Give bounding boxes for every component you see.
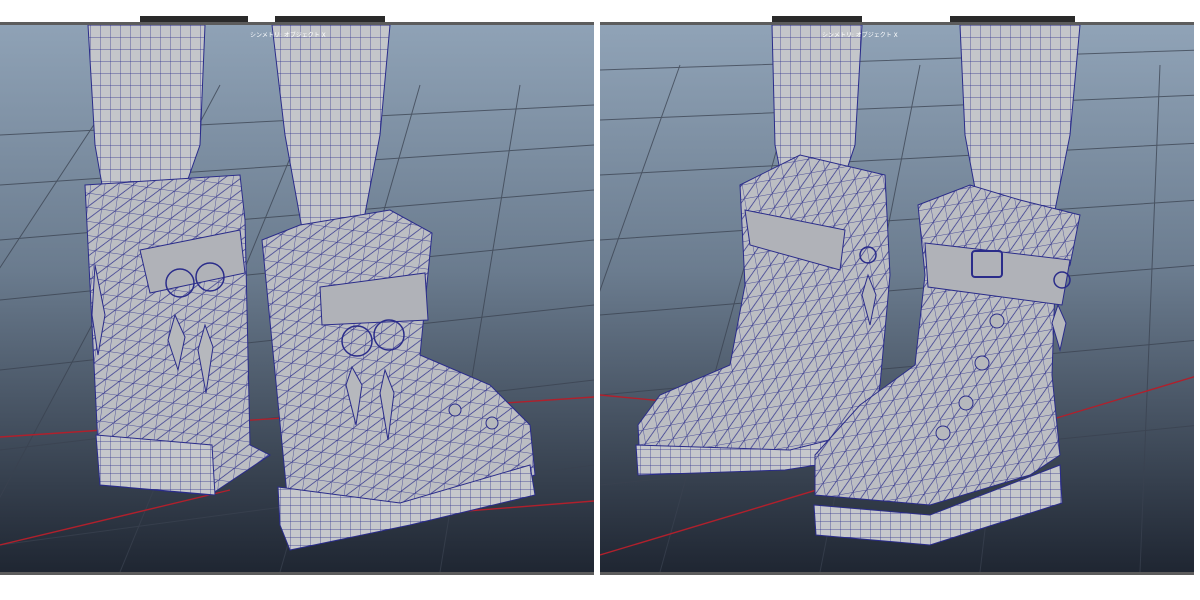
boot-left [84, 174, 271, 496]
viewport-left[interactable]: シンメトリ: オブジェクト X [0, 22, 594, 575]
viewport-right-canvas[interactable]: シンメトリ: オブジェクト X [600, 25, 1194, 572]
viewport-right[interactable]: シンメトリ: オブジェクト X [600, 22, 1194, 575]
viewport-right-title: シンメトリ: オブジェクト X [822, 31, 898, 39]
viewport-left-canvas[interactable]: シンメトリ: オブジェクト X [0, 25, 594, 572]
viewport-left-title: シンメトリ: オブジェクト X [250, 31, 326, 39]
